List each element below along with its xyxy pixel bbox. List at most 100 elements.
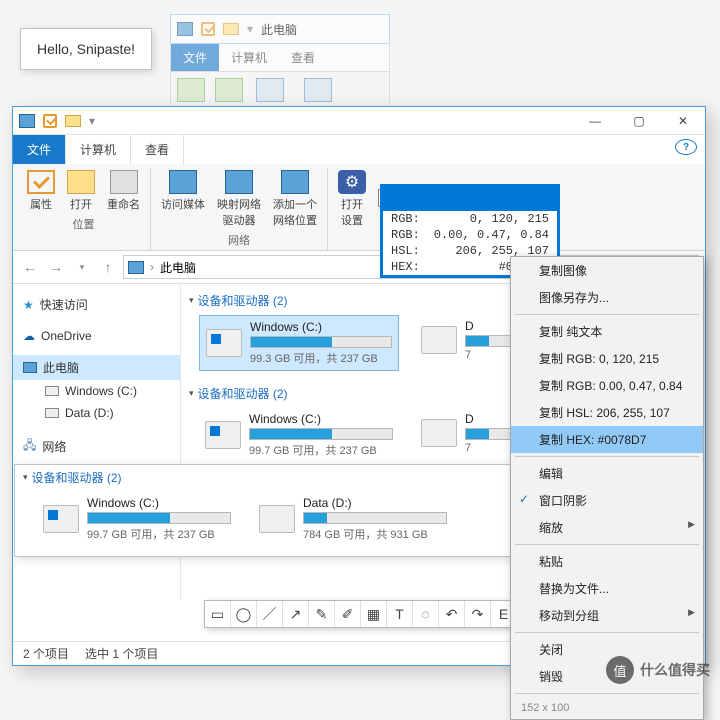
ctx-edit[interactable]: 编辑	[511, 460, 703, 487]
tool-redo[interactable]: ↷	[465, 601, 491, 627]
minimize-button[interactable]: —	[573, 107, 617, 135]
pc-icon	[23, 362, 37, 373]
drive-icon	[259, 505, 295, 533]
titlebar: ▾ — ▢ ✕	[13, 107, 705, 135]
ribbon-add-location[interactable]: 添加一个 网络位置	[269, 168, 321, 230]
tab-computer[interactable]: 计算机	[66, 135, 131, 164]
snipaste-text-pin[interactable]: Hello, Snipaste!	[20, 28, 152, 70]
drive-name: Windows (C:)	[249, 412, 393, 426]
cloud-icon: ☁	[23, 329, 35, 343]
tab-file[interactable]: 文件	[13, 135, 66, 164]
sidebar-network[interactable]: 🖧网络	[13, 432, 180, 461]
tool-mosaic[interactable]: ▦	[361, 601, 387, 627]
tool-text[interactable]: T	[387, 601, 413, 627]
ghost-tab-file[interactable]: 文件	[171, 44, 219, 71]
drive-c: Windows (C:) 99.7 GB 可用，共 237 GB	[37, 492, 237, 546]
chevron-down-icon[interactable]: ▾	[89, 114, 95, 128]
chevron-right-icon: ▶	[688, 519, 695, 530]
nav-up-button[interactable]: ↑	[97, 256, 119, 278]
ribbon-properties[interactable]: 属性	[23, 168, 59, 214]
drive-name: Data (D:)	[303, 496, 447, 510]
check-icon	[43, 114, 57, 128]
ctx-save-image-as[interactable]: 图像另存为...	[511, 284, 703, 311]
tool-rect[interactable]: ▭	[205, 601, 231, 627]
sidebar-quick-access[interactable]: ★快速访问	[13, 292, 180, 317]
smzdm-watermark: 值 什么值得买	[606, 656, 710, 684]
ribbon-access-media[interactable]: 访问媒体	[157, 168, 209, 230]
ribbon-open[interactable]: 打开	[63, 168, 99, 214]
drive-stat: 99.3 GB 可用，共 237 GB	[250, 350, 392, 366]
tab-view[interactable]: 查看	[131, 135, 184, 164]
ribbon: 属性 打开 重命名 位置 访问媒体 映射网络 驱动器 添加一个 网络位置 网络 …	[13, 164, 705, 251]
ctx-window-shadow[interactable]: ✓窗口阴影	[511, 487, 703, 514]
ctx-copy-rgb-int[interactable]: 复制 RGB: 0, 120, 215	[511, 345, 703, 372]
ribbon-group-network: 网络	[157, 232, 321, 248]
snipaste-annotation-toolbar: ▭ ◯ ／ ↗ ✎ ✐ ▦ T ◌ ↶ ↷ E	[204, 600, 518, 628]
ctx-zoom[interactable]: 缩放▶	[511, 514, 703, 541]
drive-stat: 99.7 GB 可用，共 237 GB	[249, 442, 393, 458]
tool-eraser[interactable]: ◌	[413, 601, 439, 627]
ctx-copy-rgb-float[interactable]: 复制 RGB: 0.00, 0.47, 0.84	[511, 372, 703, 399]
drive-stat: 784 GB 可用，共 931 GB	[303, 526, 447, 542]
ctx-copy-plain-text[interactable]: 复制 纯文本	[511, 318, 703, 345]
sidebar-drive-c[interactable]: Windows (C:)	[13, 380, 180, 402]
folder-icon	[65, 115, 81, 127]
pc-icon	[177, 22, 193, 36]
ghost-tab-view[interactable]: 查看	[279, 44, 327, 71]
drive-stat: 99.7 GB 可用，共 237 GB	[87, 526, 231, 542]
ctx-move-to-group[interactable]: 移动到分组▶	[511, 602, 703, 629]
check-icon	[201, 22, 215, 36]
rgb-int-value: 0, 120, 215	[470, 212, 549, 226]
ribbon-map-drive[interactable]: 映射网络 驱动器	[213, 168, 265, 230]
drive-d: Data (D:) 784 GB 可用，共 931 GB	[253, 492, 453, 546]
disk-icon	[45, 386, 59, 396]
ghost-tab-computer[interactable]: 计算机	[219, 44, 279, 71]
drive-icon	[421, 419, 457, 447]
pc-icon	[19, 114, 35, 128]
ribbon-rename[interactable]: 重命名	[103, 168, 144, 214]
tool-undo[interactable]: ↶	[439, 601, 465, 627]
maximize-button[interactable]: ▢	[617, 107, 661, 135]
nav-history-button[interactable]: ▾	[71, 256, 93, 278]
devices-section-header: 设备和驱动器 (2)	[15, 465, 543, 490]
status-item-count: 2 个项目	[23, 645, 69, 662]
nav-back-button[interactable]: ←	[19, 256, 41, 278]
chevron-right-icon: ▶	[688, 607, 695, 618]
ctx-copy-hsl[interactable]: 复制 HSL: 206, 255, 107	[511, 399, 703, 426]
smzdm-text: 什么值得买	[640, 660, 710, 680]
drive-icon	[421, 326, 457, 354]
disk-icon	[45, 408, 59, 418]
drive-name: Windows (C:)	[87, 496, 231, 510]
ctx-copy-image[interactable]: 复制图像	[511, 257, 703, 284]
drive-icon	[43, 505, 79, 533]
check-icon: ✓	[519, 492, 529, 506]
tool-pencil[interactable]: ✎	[309, 601, 335, 627]
sidebar-this-pc[interactable]: 此电脑	[13, 355, 180, 380]
snipaste-devices-pin[interactable]: 设备和驱动器 (2) Windows (C:) 99.7 GB 可用，共 237…	[14, 464, 544, 557]
address-location: 此电脑	[160, 259, 196, 276]
ctx-replace-file[interactable]: 替换为文件...	[511, 575, 703, 602]
drive-c[interactable]: Windows (C:) 99.7 GB 可用，共 237 GB	[199, 408, 399, 462]
sidebar-onedrive[interactable]: ☁OneDrive	[13, 325, 180, 347]
drive-icon	[206, 329, 242, 357]
star-icon: ★	[23, 298, 34, 312]
tool-arrow[interactable]: ↗	[283, 601, 309, 627]
close-button[interactable]: ✕	[661, 107, 705, 135]
sidebar-drive-d[interactable]: Data (D:)	[13, 402, 180, 424]
folder-icon	[223, 23, 239, 35]
tool-marker[interactable]: ✐	[335, 601, 361, 627]
ctx-copy-hex[interactable]: 复制 HEX: #0078D7	[511, 426, 703, 453]
tool-line[interactable]: ／	[257, 601, 283, 627]
ribbon-open-settings[interactable]: 打开 设置	[334, 168, 370, 230]
drive-icon	[205, 421, 241, 449]
nav-forward-button[interactable]: →	[45, 256, 67, 278]
pc-icon	[128, 261, 144, 274]
snipaste-context-menu: 复制图像 图像另存为... 复制 纯文本 复制 RGB: 0, 120, 215…	[510, 256, 704, 720]
drive-c[interactable]: Windows (C:) 99.3 GB 可用，共 237 GB	[199, 315, 399, 371]
drive-name: Windows (C:)	[250, 320, 392, 334]
ghost-location: 此电脑	[261, 21, 297, 38]
ctx-paste[interactable]: 粘贴	[511, 548, 703, 575]
ribbon-group-location: 位置	[23, 216, 144, 232]
help-icon[interactable]: ?	[675, 139, 697, 155]
tool-ellipse[interactable]: ◯	[231, 601, 257, 627]
